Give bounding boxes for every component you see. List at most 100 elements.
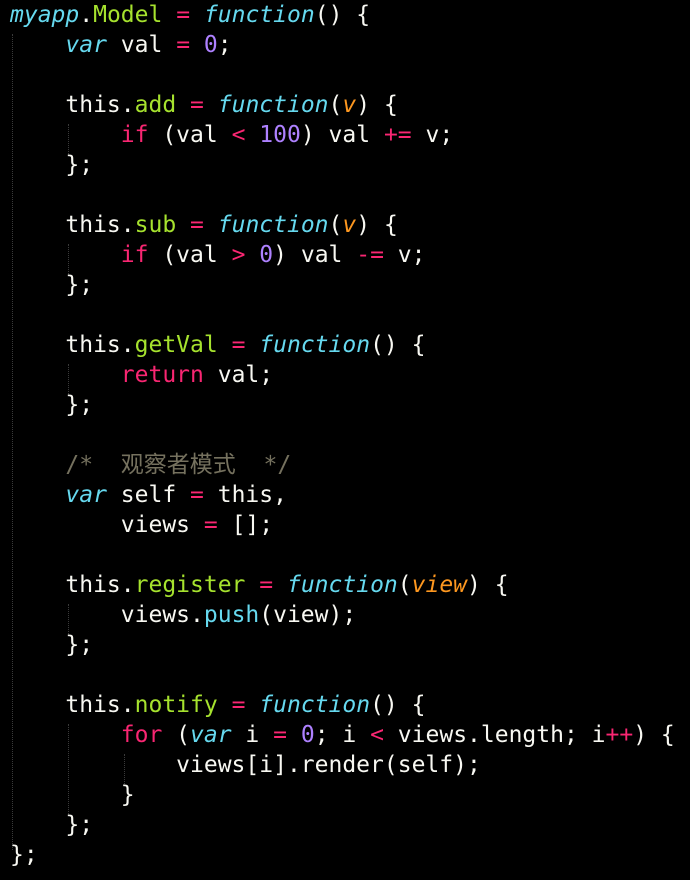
code-line[interactable]: this.sub = function(v) { [10, 210, 675, 240]
code-token: }; [10, 392, 94, 418]
code-token: this. [10, 212, 135, 238]
code-token: views [10, 512, 204, 538]
code-line[interactable]: if (val < 100) val += v; [10, 120, 675, 150]
code-line[interactable] [10, 60, 675, 90]
code-line[interactable]: var self = this, [10, 480, 675, 510]
code-token: = [176, 32, 191, 58]
code-line[interactable]: }; [10, 150, 675, 180]
code-token: = [259, 572, 274, 598]
code-token: view [411, 572, 468, 598]
code-token: 100 [259, 122, 301, 148]
code-line[interactable]: }; [10, 630, 675, 660]
code-content[interactable]: myapp.Model = function() { var val = 0; … [10, 0, 675, 870]
code-line[interactable]: this.register = function(view) { [10, 570, 675, 600]
code-token: var [65, 32, 107, 58]
code-token: = [273, 722, 287, 748]
code-token: add [134, 92, 177, 118]
code-token: }; [10, 632, 94, 658]
code-token: () { [370, 692, 426, 718]
code-token: views[i].render(self); [10, 752, 481, 778]
code-line[interactable]: this.getVal = function() { [10, 330, 675, 360]
code-token: ( [397, 572, 412, 598]
code-token: += [383, 122, 412, 148]
code-editor[interactable]: myapp.Model = function() { var val = 0; … [0, 0, 690, 880]
code-line[interactable]: } [10, 780, 675, 810]
code-line[interactable]: this.notify = function() { [10, 690, 675, 720]
code-line[interactable]: }; [10, 840, 675, 870]
code-token: }; [10, 272, 94, 298]
code-token: myapp [10, 2, 80, 28]
code-line[interactable]: /* 观察者模式 */ [10, 450, 675, 480]
code-token: ( [328, 212, 343, 238]
code-line[interactable] [10, 300, 675, 330]
code-token: i [231, 722, 274, 748]
code-line[interactable]: for (var i = 0; i < views.length; i++) { [10, 720, 675, 750]
code-token: () { [370, 332, 426, 358]
code-token: function [217, 212, 329, 238]
code-line[interactable]: return val; [10, 360, 675, 390]
code-token: = [176, 2, 191, 28]
code-token: -= [356, 242, 384, 268]
code-token: this. [10, 692, 135, 718]
code-token: push [203, 602, 260, 628]
code-line[interactable]: }; [10, 390, 675, 420]
code-token: this. [10, 332, 135, 358]
code-line[interactable]: myapp.Model = function() { [10, 0, 675, 30]
code-token: v [342, 92, 357, 118]
code-token: }; [10, 152, 94, 178]
code-line[interactable]: views.push(view); [10, 600, 675, 630]
code-token: return [120, 362, 204, 388]
code-token: views.length; i [383, 722, 606, 748]
code-token: register [134, 572, 246, 598]
code-line[interactable]: if (val > 0) val -= v; [10, 240, 675, 270]
code-token: function [259, 332, 371, 358]
code-token: ( [162, 722, 191, 748]
code-line[interactable] [10, 660, 675, 690]
code-token: . [79, 2, 94, 28]
code-line[interactable]: views = []; [10, 510, 675, 540]
code-token: = [190, 212, 204, 238]
code-line[interactable]: }; [10, 810, 675, 840]
code-token: val; [203, 362, 274, 388]
code-token: (view); [259, 602, 357, 628]
code-line[interactable] [10, 180, 675, 210]
code-token: var [65, 482, 107, 508]
code-token: ) val [300, 122, 384, 148]
code-token: = [231, 332, 246, 358]
code-token: views. [10, 602, 204, 628]
code-token: this, [203, 482, 287, 508]
code-token: = [190, 482, 204, 508]
code-line[interactable]: }; [10, 270, 675, 300]
code-token: ; [217, 32, 232, 58]
code-token: this. [10, 92, 135, 118]
code-line[interactable] [10, 420, 675, 450]
code-line[interactable]: var val = 0; [10, 30, 675, 60]
code-token: 0 [203, 32, 218, 58]
code-token: v; [411, 122, 454, 148]
code-token: } [10, 782, 135, 808]
code-line[interactable]: this.add = function(v) { [10, 90, 675, 120]
code-token: }; [10, 842, 38, 868]
code-token: for [120, 722, 163, 748]
code-token: ) { [356, 212, 398, 238]
code-line[interactable] [10, 540, 675, 570]
code-line[interactable]: views[i].render(self); [10, 750, 675, 780]
code-token: ) { [633, 722, 675, 748]
